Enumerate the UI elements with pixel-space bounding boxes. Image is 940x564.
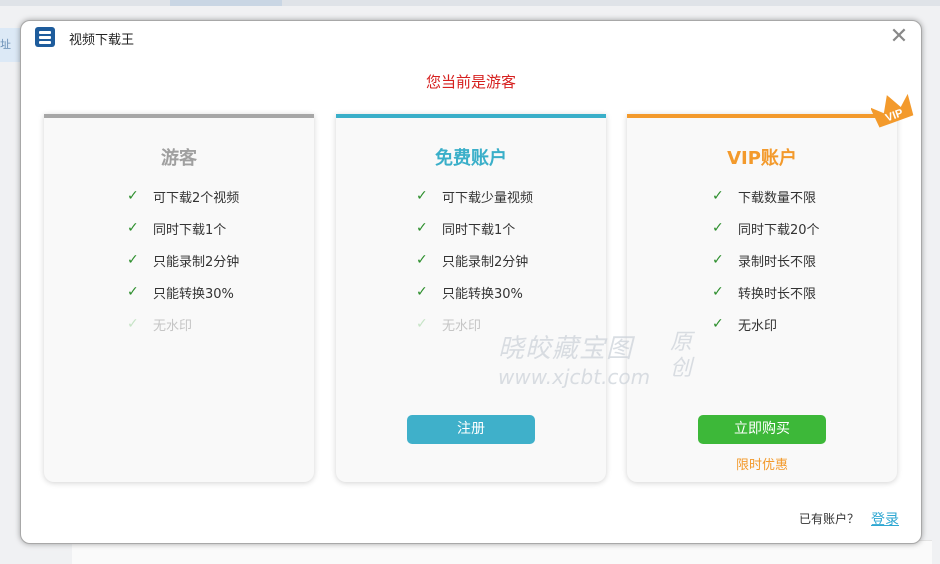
background-address-chip: 址 [0,28,22,62]
check-icon: ✓ [127,220,139,236]
background-tab-bar [0,0,940,6]
background-active-tab [170,0,282,6]
plan-card-vip: VIP VIP账户 ✓ 下载数量不限 ✓ 同时下载20个 ✓ 录制时长不限 ✓ 转换时长… [627,93,914,482]
feature-item: ✓ 同时下载1个 [416,220,516,238]
feature-item: ✓ 同时下载20个 [712,220,820,238]
check-icon: ✓ [712,252,724,268]
feature-list-free: ✓ 可下载少量视频 ✓ 同时下载1个 ✓ 只能录制2分钟 ✓ 只能转换30% ✓ 无水印 [416,180,533,340]
check-icon: ✓ [712,220,724,236]
watermark: 晓皎藏宝图 www.xjcbt.com [498,328,650,389]
feature-item: ✓ 转换时长不限 [712,284,817,302]
feature-item: ✓ 只能转换30% [416,284,523,302]
feature-item: ✓ 下载数量不限 [712,188,817,206]
vip-crown-icon: VIP [871,93,914,128]
watermark-original: 原 创 [670,330,693,381]
feature-item: ✓ 无水印 [712,316,778,334]
status-message: 您当前是游客 [425,73,516,91]
feature-list-guest: ✓ 可下载2个视频 ✓ 同时下载1个 ✓ 只能录制2分钟 ✓ 只能转换30% ✓ 无水印 [127,180,239,340]
feature-item: ✓ 可下载2个视频 [127,188,240,206]
plan-title-free: 免费账户 [435,148,507,169]
check-icon: ✓ [712,284,724,300]
have-account-prompt: 已有账户？ [798,512,859,526]
buy-now-button[interactable]: 立即购买 [698,415,826,444]
limited-offer-label: 限时优惠 [735,458,788,473]
feature-item: ✓ 录制时长不限 [712,252,817,270]
feature-item-disabled: ✓ 无水印 [127,316,193,334]
login-link[interactable]: 登录 [871,509,899,529]
check-icon: ✓ [416,188,428,204]
close-icon[interactable]: ✕ [889,25,909,49]
check-icon: ✓ [127,284,139,300]
feature-item: ✓ 只能转换30% [127,284,234,302]
plan-card-topline [336,114,606,118]
plan-card-topline [627,114,897,118]
feature-item: ✓ 只能录制2分钟 [127,252,240,270]
window-title: 视频下载王 [69,33,135,48]
check-icon: ✓ [712,188,724,204]
plan-title-vip: VIP账户 [727,148,797,169]
account-dialog: 视频下载王 ✕ 您当前是游客 游客 ✓ 可下载2个视频 ✓ 同时下载1个 ✓ 只能录制… [20,20,922,544]
register-button[interactable]: 注册 [407,415,535,444]
watermark-url: www.xjcbt.com [498,365,651,389]
check-icon: ✓ [416,316,428,332]
check-icon: ✓ [712,316,724,332]
watermark-title: 晓皎藏宝图 [498,334,634,364]
feature-item: ✓ 可下载少量视频 [416,188,534,206]
plan-card-topline [44,114,314,118]
feature-item: ✓ 同时下载1个 [127,220,227,238]
check-icon: ✓ [416,252,428,268]
check-icon: ✓ [127,252,139,268]
plan-card-guest: 游客 ✓ 可下载2个视频 ✓ 同时下载1个 ✓ 只能录制2分钟 ✓ 只能转换30% ✓ 无… [44,114,314,482]
check-icon: ✓ [416,220,428,236]
app-logo-icon [35,27,55,47]
check-icon: ✓ [127,188,139,204]
feature-list-vip: ✓ 下载数量不限 ✓ 同时下载20个 ✓ 录制时长不限 ✓ 转换时长不限 ✓ 无水印 [712,180,820,340]
plan-card-free: 免费账户 ✓ 可下载少量视频 ✓ 同时下载1个 ✓ 只能录制2分钟 ✓ 只能转换30% … [336,114,606,482]
plan-title-guest: 游客 [161,148,197,169]
check-icon: ✓ [127,316,139,332]
feature-item: ✓ 只能录制2分钟 [416,252,529,270]
check-icon: ✓ [416,284,428,300]
